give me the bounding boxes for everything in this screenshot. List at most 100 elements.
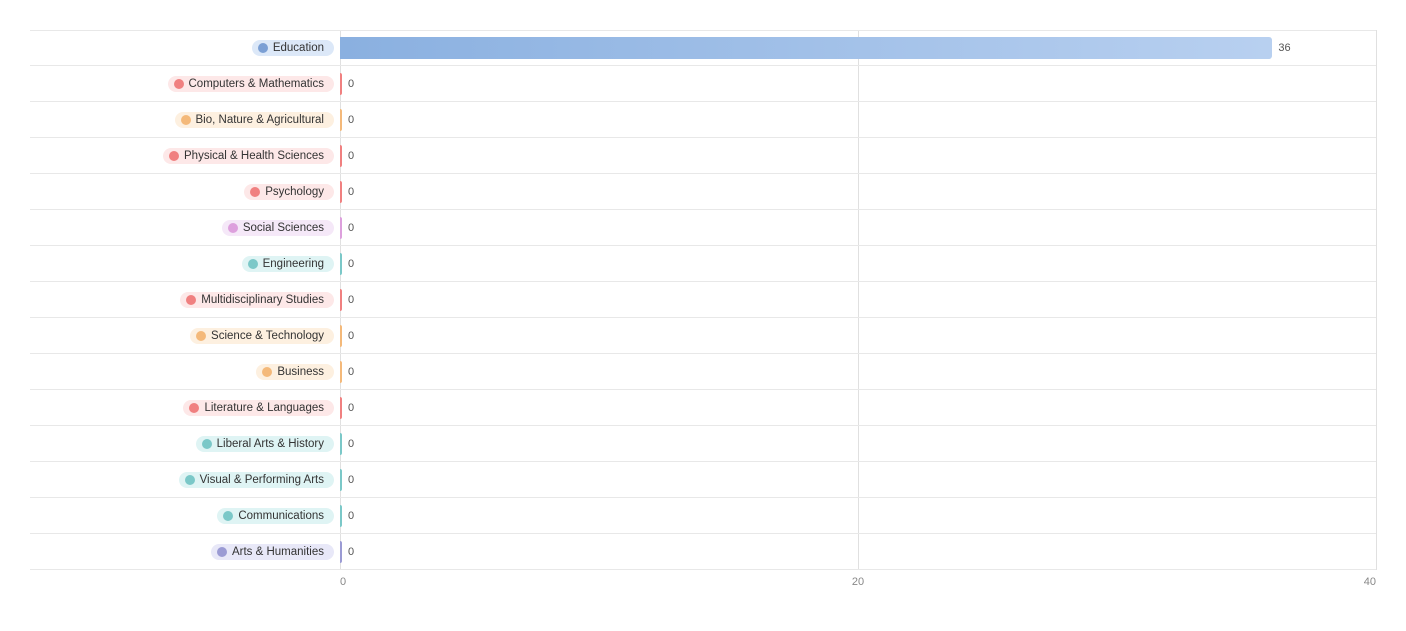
bar-track: 0 <box>340 361 1376 383</box>
bar-fill <box>340 433 342 455</box>
bar-value-label: 0 <box>348 114 354 126</box>
x-axis-label: 0 <box>340 576 685 588</box>
bar-track: 0 <box>340 469 1376 491</box>
bar-value-label: 0 <box>348 474 354 486</box>
bar-value-label: 0 <box>348 510 354 522</box>
bar-label-text: Arts & Humanities <box>232 546 324 558</box>
label-pill: Psychology <box>244 184 334 200</box>
bar-value-label: 0 <box>348 438 354 450</box>
label-dot <box>217 547 227 557</box>
bar-label-text: Visual & Performing Arts <box>200 474 324 486</box>
bar-label-area: Computers & Mathematics <box>30 76 340 92</box>
label-dot <box>186 295 196 305</box>
label-dot <box>228 223 238 233</box>
label-pill: Arts & Humanities <box>211 544 334 560</box>
bar-label-area: Multidisciplinary Studies <box>30 292 340 308</box>
label-dot <box>185 475 195 485</box>
bar-label-text: Multidisciplinary Studies <box>201 294 324 306</box>
bar-value-label: 0 <box>348 546 354 558</box>
table-row: Multidisciplinary Studies 0 <box>30 282 1376 318</box>
bar-label-area: Liberal Arts & History <box>30 436 340 452</box>
bar-value-label: 0 <box>348 366 354 378</box>
label-dot <box>196 331 206 341</box>
x-axis-label: 20 <box>685 576 1030 588</box>
table-row: Business 0 <box>30 354 1376 390</box>
bar-label-text: Computers & Mathematics <box>189 78 325 90</box>
table-row: Social Sciences 0 <box>30 210 1376 246</box>
label-pill: Liberal Arts & History <box>196 436 334 452</box>
label-pill: Computers & Mathematics <box>168 76 335 92</box>
table-row: Bio, Nature & Agricultural 0 <box>30 102 1376 138</box>
bar-value-label: 0 <box>348 294 354 306</box>
table-row: Psychology 0 <box>30 174 1376 210</box>
label-pill: Engineering <box>242 256 334 272</box>
chart-rows-container: Education36Computers & Mathematics0Bio, … <box>30 30 1376 570</box>
bar-fill <box>340 289 342 311</box>
label-dot <box>189 403 199 413</box>
label-pill: Social Sciences <box>222 220 334 236</box>
x-axis-label: 40 <box>1031 576 1376 588</box>
bar-label-area: Science & Technology <box>30 328 340 344</box>
bar-label-area: Business <box>30 364 340 380</box>
bar-value-label: 36 <box>1278 42 1290 54</box>
bar-track: 0 <box>340 109 1376 131</box>
bar-fill <box>340 361 342 383</box>
bar-label-area: Bio, Nature & Agricultural <box>30 112 340 128</box>
bar-fill <box>340 217 342 239</box>
bar-label-text: Social Sciences <box>243 222 324 234</box>
label-dot <box>169 151 179 161</box>
bar-fill <box>340 505 342 527</box>
bar-track: 0 <box>340 73 1376 95</box>
bar-track: 0 <box>340 145 1376 167</box>
bar-label-area: Engineering <box>30 256 340 272</box>
bar-label-text: Psychology <box>265 186 324 198</box>
table-row: Arts & Humanities 0 <box>30 534 1376 570</box>
bar-label-area: Communications <box>30 508 340 524</box>
bar-track: 0 <box>340 181 1376 203</box>
bar-fill <box>340 253 342 275</box>
bar-track: 0 <box>340 541 1376 563</box>
bar-value-label: 0 <box>348 150 354 162</box>
bar-track: 0 <box>340 253 1376 275</box>
table-row: Physical & Health Sciences 0 <box>30 138 1376 174</box>
table-row: Education 36 <box>30 30 1376 66</box>
table-row: Communications 0 <box>30 498 1376 534</box>
bar-label-text: Liberal Arts & History <box>217 438 324 450</box>
bar-fill <box>340 469 342 491</box>
bar-fill <box>340 397 342 419</box>
label-dot <box>181 115 191 125</box>
bar-track: 0 <box>340 289 1376 311</box>
label-pill: Visual & Performing Arts <box>179 472 334 488</box>
bar-fill <box>340 181 342 203</box>
bar-track: 0 <box>340 397 1376 419</box>
label-dot <box>258 43 268 53</box>
bar-label-text: Education <box>273 42 324 54</box>
bar-label-area: Visual & Performing Arts <box>30 472 340 488</box>
bar-value-label: 0 <box>348 186 354 198</box>
bar-label-area: Arts & Humanities <box>30 544 340 560</box>
chart-inner: Education36Computers & Mathematics0Bio, … <box>30 30 1376 570</box>
bar-fill <box>340 541 342 563</box>
table-row: Liberal Arts & History 0 <box>30 426 1376 462</box>
label-pill: Communications <box>217 508 334 524</box>
label-dot <box>262 367 272 377</box>
bar-fill <box>340 325 342 347</box>
label-pill: Education <box>252 40 334 56</box>
gridline <box>1376 30 1377 570</box>
label-pill: Business <box>256 364 334 380</box>
bar-label-area: Psychology <box>30 184 340 200</box>
bar-label-text: Literature & Languages <box>204 402 324 414</box>
bar-track: 0 <box>340 217 1376 239</box>
label-pill: Physical & Health Sciences <box>163 148 334 164</box>
bar-track: 36 <box>340 37 1376 59</box>
chart-container: Education36Computers & Mathematics0Bio, … <box>30 30 1376 588</box>
bar-value-label: 0 <box>348 78 354 90</box>
table-row: Visual & Performing Arts 0 <box>30 462 1376 498</box>
bar-fill <box>340 73 342 95</box>
x-axis: 02040 <box>340 576 1376 588</box>
bar-label-area: Physical & Health Sciences <box>30 148 340 164</box>
label-dot <box>223 511 233 521</box>
bar-track: 0 <box>340 505 1376 527</box>
table-row: Computers & Mathematics 0 <box>30 66 1376 102</box>
label-pill: Multidisciplinary Studies <box>180 292 334 308</box>
